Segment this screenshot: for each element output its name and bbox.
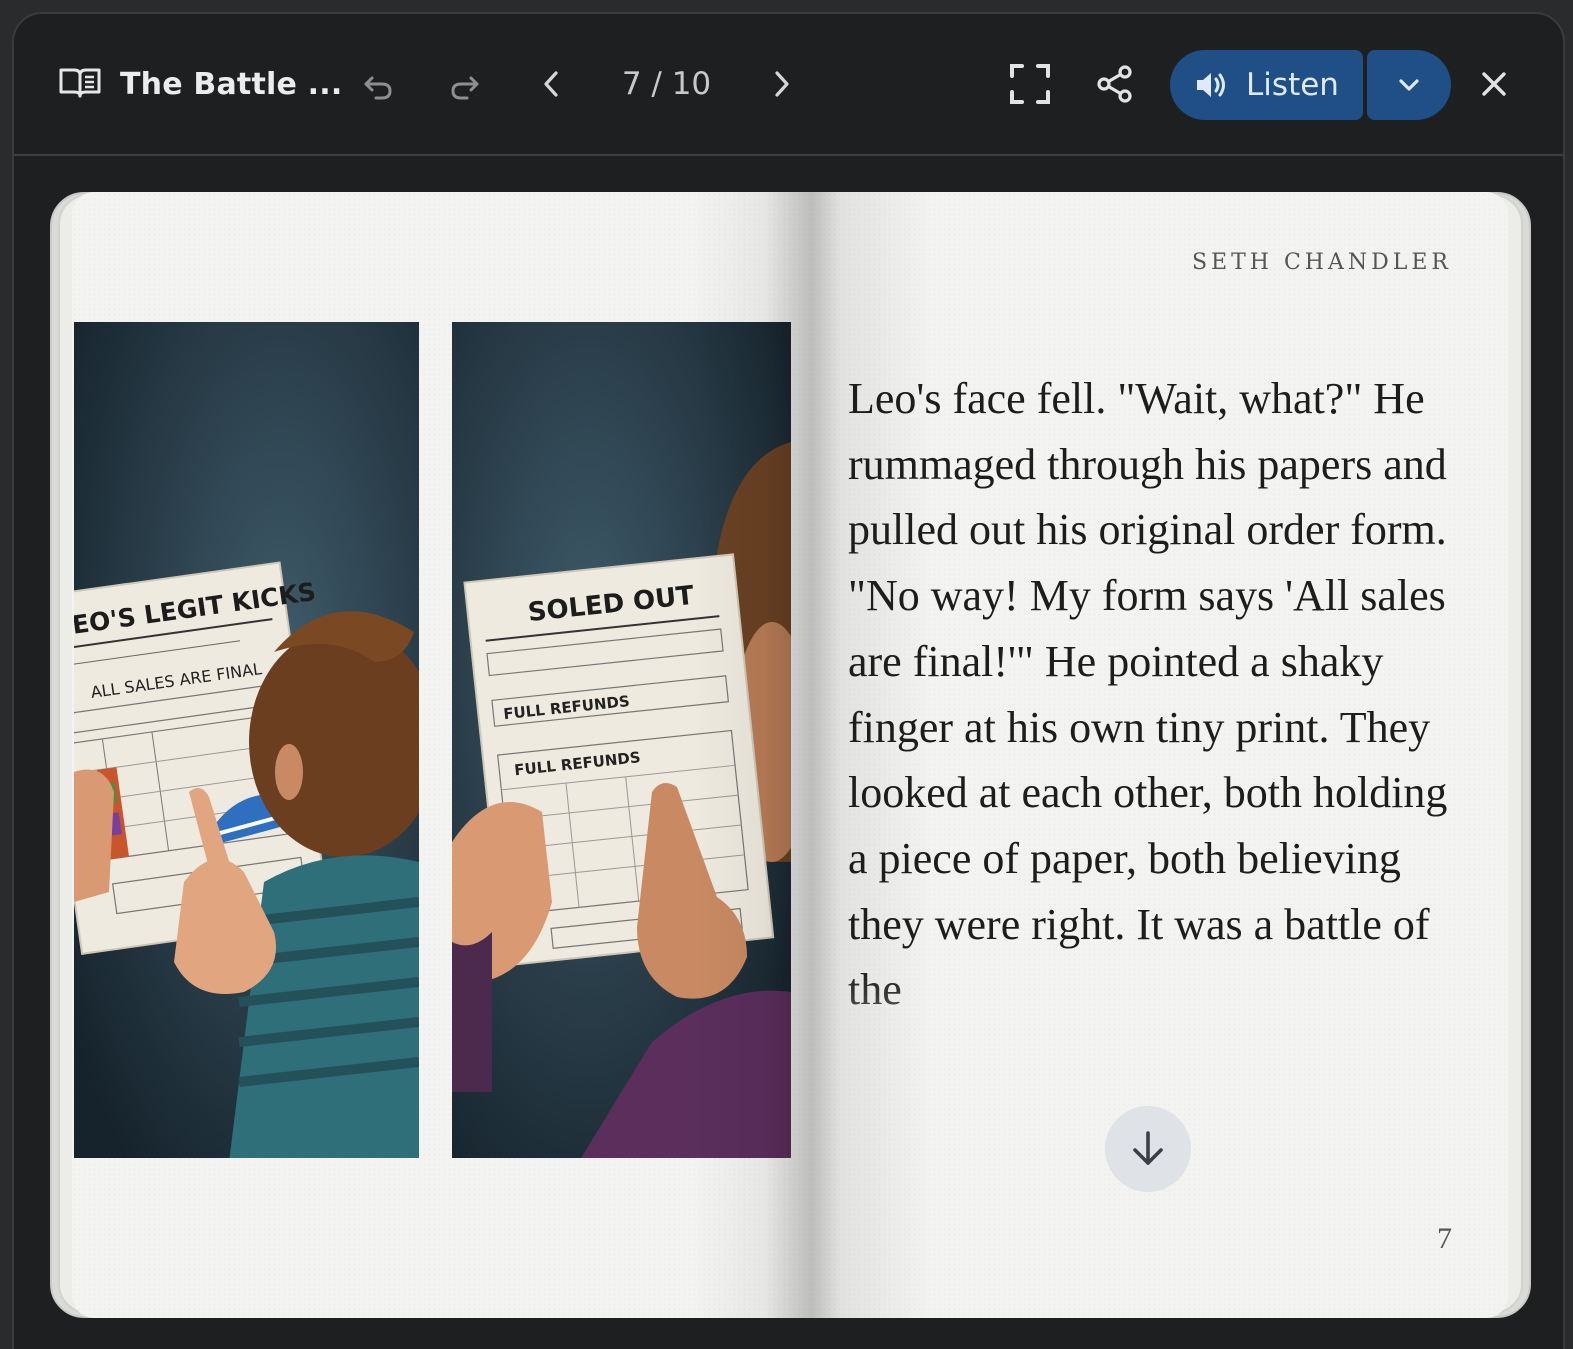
- author-name: SETH CHANDLER: [1191, 250, 1452, 275]
- toolbar: The Battle ... 7 / 10 Listen: [14, 14, 1563, 156]
- chevron-left-icon: [544, 71, 558, 97]
- undo-button[interactable]: [348, 56, 408, 116]
- listen-options-button[interactable]: [1367, 50, 1451, 120]
- reader-window: The Battle ... 7 / 10 Listen LEO'S LEGIT…: [12, 12, 1565, 1349]
- illustration-panel-right: SOLED OUT FULL REFUNDS FULL REFUNDS: [452, 322, 791, 1158]
- listen-label: Listen: [1246, 67, 1339, 103]
- previous-page-button[interactable]: [522, 54, 582, 114]
- speaker-icon: [1197, 73, 1226, 97]
- share-button[interactable]: [1085, 54, 1145, 114]
- page-number: 7: [1437, 1222, 1452, 1255]
- page-indicator: 7 / 10: [621, 66, 712, 102]
- book-title: The Battle ...: [58, 58, 342, 110]
- arrow-down-icon: [1133, 1131, 1163, 1165]
- fullscreen-icon: [1010, 64, 1050, 104]
- book-title-text: The Battle ...: [120, 66, 343, 102]
- book-open-icon: [58, 65, 102, 103]
- share-icon: [1097, 65, 1132, 103]
- redo-icon: [451, 76, 479, 100]
- redo-button[interactable]: [435, 56, 495, 116]
- undo-icon: [364, 76, 392, 100]
- close-button[interactable]: [1464, 54, 1524, 114]
- illustration-panel-left: LEO'S LEGIT KICKS ALL SALES ARE FINAL: [74, 322, 419, 1158]
- book-spread: LEO'S LEGIT KICKS ALL SALES ARE FINAL SO…: [72, 192, 1508, 1318]
- chevron-right-icon: [775, 71, 789, 97]
- story-text: Leo's face fell. "Wait, what?" He rummag…: [848, 374, 1448, 1015]
- chevron-down-icon: [1399, 79, 1419, 91]
- scroll-down-button[interactable]: [1105, 1106, 1191, 1192]
- close-icon: [1482, 72, 1506, 96]
- listen-button[interactable]: Listen: [1170, 50, 1363, 120]
- next-page-button[interactable]: [751, 54, 811, 114]
- fullscreen-button[interactable]: [1000, 54, 1060, 114]
